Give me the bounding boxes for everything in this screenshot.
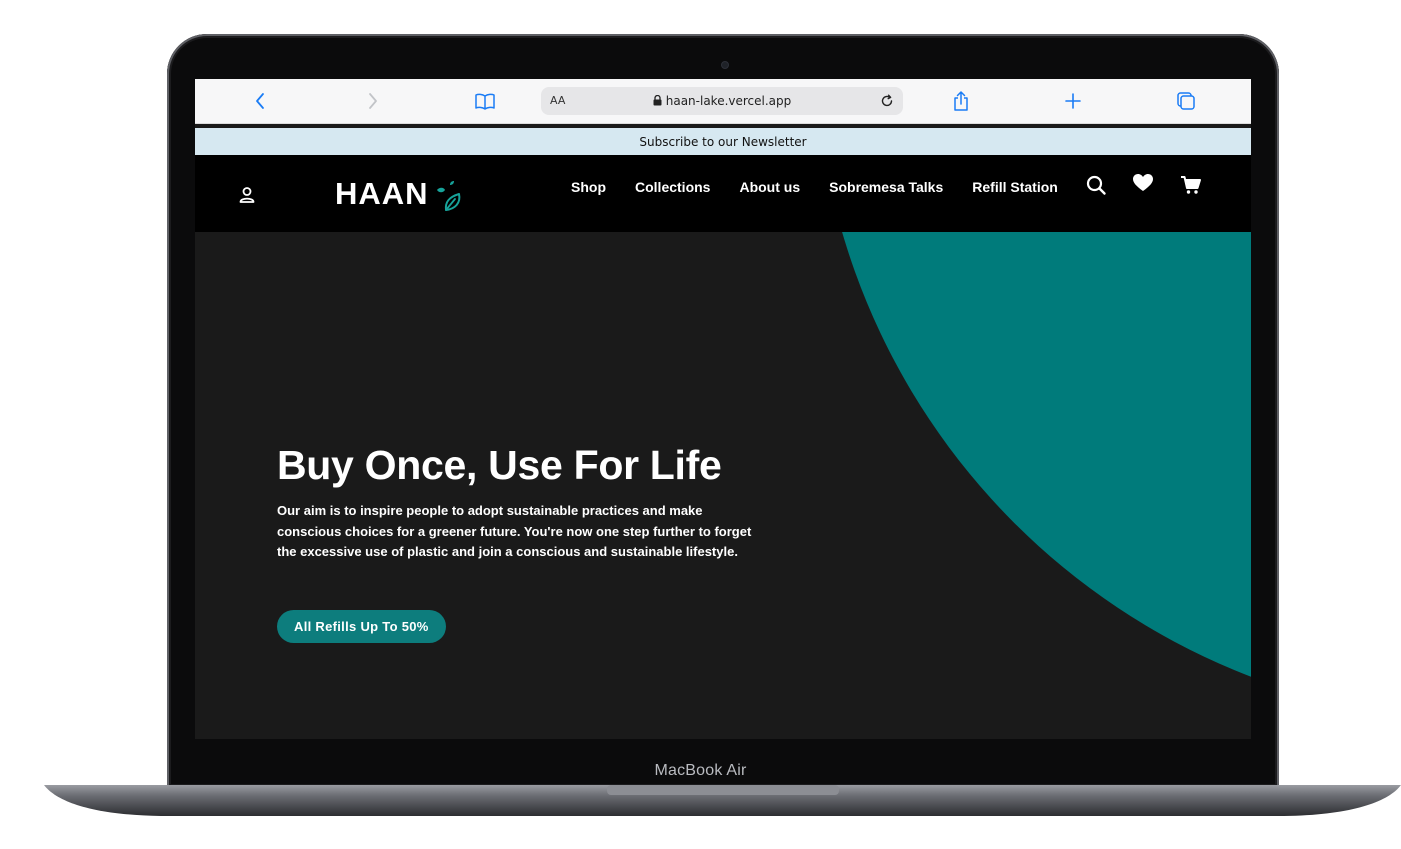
url-text: haan-lake.vercel.app (665, 94, 792, 108)
newsletter-text[interactable]: Subscribe to our Newsletter (639, 135, 806, 149)
forward-button[interactable] (363, 79, 383, 123)
nav-shop[interactable]: Shop (571, 179, 606, 195)
new-tab-button[interactable] (1063, 79, 1083, 123)
laptop-screen: AA haan-lake.vercel.app Subscribe to our… (195, 79, 1251, 739)
refills-cta-button[interactable]: All Refills Up To 50% (277, 610, 446, 643)
leaf-icon (436, 181, 460, 211)
laptop-base (44, 785, 1401, 817)
cart-icon[interactable] (1180, 174, 1202, 196)
site-header: HAAN Shop Collections About us Sobremesa… (195, 155, 1251, 232)
browser-toolbar: AA haan-lake.vercel.app (195, 79, 1251, 124)
nav-about-us[interactable]: About us (739, 179, 800, 195)
reload-icon[interactable] (877, 91, 897, 111)
tabs-icon (1177, 92, 1195, 110)
nav-collections[interactable]: Collections (635, 179, 710, 195)
lock-icon (653, 95, 662, 106)
nav-refill-station[interactable]: Refill Station (972, 179, 1058, 195)
nav-sobremesa-talks[interactable]: Sobremesa Talks (829, 179, 943, 195)
search-icon[interactable] (1085, 174, 1107, 196)
heart-icon[interactable] (1132, 172, 1154, 194)
user-icon[interactable] (237, 185, 257, 205)
share-icon (954, 91, 968, 111)
hero-title: Buy Once, Use For Life (277, 442, 722, 488)
share-button[interactable] (951, 79, 971, 123)
main-nav: Shop Collections About us Sobremesa Talk… (571, 179, 1058, 195)
device-label: MacBook Air (654, 762, 747, 779)
bookmarks-button[interactable] (473, 79, 497, 123)
logo-text: HAAN (335, 176, 429, 211)
hero-description: Our aim is to inspire people to adopt su… (277, 503, 752, 559)
hero-section: Buy Once, Use For Life Our aim is to ins… (195, 232, 1251, 739)
plus-icon (1065, 93, 1081, 109)
address-bar[interactable]: AA haan-lake.vercel.app (541, 87, 903, 115)
book-icon (475, 93, 495, 110)
chevron-right-icon (369, 93, 377, 109)
camera-icon (721, 61, 729, 69)
tabs-button[interactable] (1176, 79, 1196, 123)
newsletter-banner[interactable]: Subscribe to our Newsletter (195, 128, 1251, 155)
back-button[interactable] (250, 79, 270, 123)
logo[interactable]: HAAN (335, 176, 465, 212)
chevron-left-icon (256, 93, 264, 109)
